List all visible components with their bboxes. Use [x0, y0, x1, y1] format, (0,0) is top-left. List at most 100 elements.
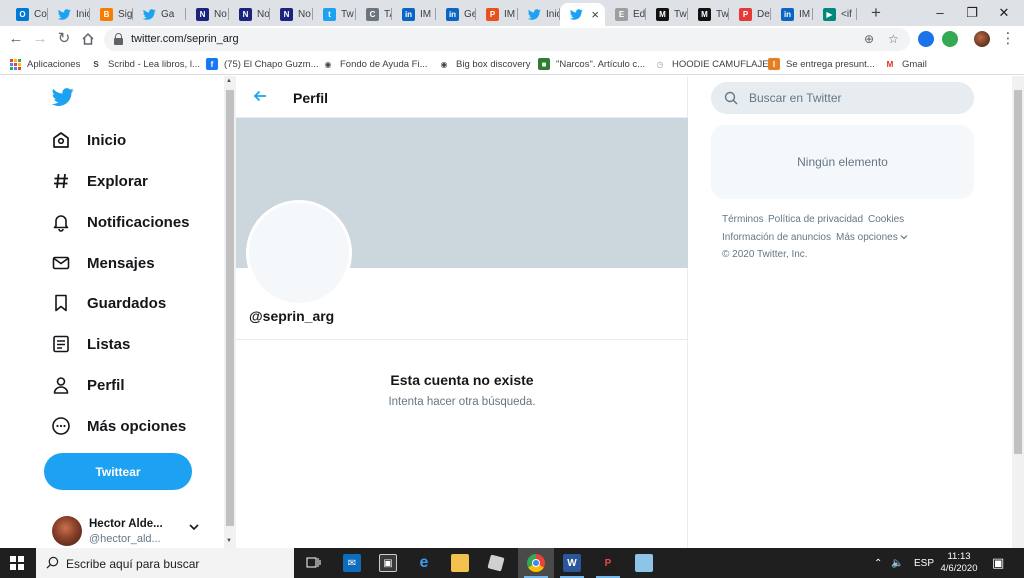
clock[interactable]: 11:13 4/6/2020 — [937, 551, 981, 575]
tweet-button[interactable]: Twittear — [44, 453, 192, 490]
language-indicator[interactable]: ESP — [914, 548, 934, 578]
nav-item-inicio[interactable]: Inicio — [50, 126, 126, 154]
search-placeholder[interactable]: Buscar en Twitter — [749, 91, 841, 105]
back-arrow-icon[interactable] — [252, 88, 268, 104]
cookies-link[interactable]: Cookies — [868, 214, 904, 225]
browser-tab[interactable]: in IM — [771, 3, 813, 25]
home-icon[interactable] — [78, 29, 98, 49]
taskbar-search-input[interactable]: Escribe aquí para buscar — [36, 548, 294, 578]
profile-avatar-icon[interactable] — [974, 31, 990, 47]
browser-tab[interactable]: N No — [229, 3, 270, 25]
notifications-icon[interactable]: ▣ — [992, 548, 1004, 578]
address-bar[interactable]: twitter.com/seprin_arg ⊕ ☆ — [104, 28, 910, 51]
nav-item-notificaciones[interactable]: Notificaciones — [50, 208, 190, 236]
chrome-app-icon[interactable] — [518, 548, 554, 578]
reload-icon[interactable]: ↻ — [54, 29, 74, 49]
new-tab-button[interactable]: + — [866, 3, 886, 23]
news-icon: N — [239, 7, 252, 21]
bookmark-label: Fondo de Ayuda Fi... — [340, 58, 428, 70]
browser-tab[interactable]: P De — [729, 3, 771, 25]
browser-tab[interactable]: M Tw — [646, 3, 688, 25]
word-app-icon[interactable]: W — [554, 548, 590, 578]
empty-state-text: Ningún elemento — [797, 155, 888, 169]
search-input[interactable]: Buscar en Twitter — [711, 82, 974, 114]
browser-tab[interactable]: in IM — [392, 3, 436, 25]
page-scrollbar[interactable] — [1012, 76, 1024, 548]
back-icon[interactable]: ← — [6, 29, 26, 49]
clock-date: 4/6/2020 — [940, 563, 978, 574]
menu-kebab-icon[interactable]: ⋮ — [998, 29, 1018, 49]
nav-item-más-opciones[interactable]: Más opciones — [50, 412, 186, 440]
mail-app-icon[interactable]: ✉ — [334, 548, 370, 578]
browser-tab[interactable]: M Tw — [688, 3, 729, 25]
bookmark-item[interactable]: ■ "Narcos". Artículo c... — [538, 56, 645, 72]
bookmark-item[interactable]: ◉ Fondo de Ayuda Fi... — [322, 56, 428, 72]
scrollbar-thumb[interactable] — [226, 90, 234, 526]
edge-browser-icon[interactable]: e — [406, 548, 442, 578]
bookmark-item[interactable]: M Gmail — [884, 56, 927, 72]
download-extension-icon[interactable] — [918, 31, 934, 47]
paint-app-icon[interactable]: P — [590, 548, 626, 578]
nav-item-listas[interactable]: Listas — [50, 330, 130, 358]
close-window-button[interactable]: ✕ — [994, 3, 1014, 23]
twitter-icon — [528, 8, 541, 21]
bookmark-item[interactable]: I Se entrega presunt... — [768, 56, 875, 72]
windows-start-icon[interactable] — [10, 556, 24, 570]
task-view-icon[interactable] — [296, 548, 332, 578]
restore-button[interactable]: ❐ — [962, 3, 982, 23]
browser-tab[interactable]: Ga — [133, 3, 186, 25]
browser-tab[interactable]: Inic — [48, 3, 90, 25]
bookmark-item[interactable]: Aplicaciones — [10, 56, 80, 72]
star-icon[interactable]: ☆ — [888, 32, 899, 46]
taskbar-search-placeholder[interactable]: Escribe aquí para buscar — [66, 557, 199, 571]
nav-item-explorar[interactable]: Explorar — [50, 167, 148, 195]
terms-link[interactable]: Términos — [722, 214, 764, 225]
file-explorer-icon[interactable] — [442, 548, 478, 578]
shield-extension-icon[interactable] — [942, 31, 958, 47]
ads-info-link[interactable]: Información de anuncios — [722, 232, 831, 243]
nav-scrollbar[interactable]: ▲ ▼ — [224, 76, 236, 548]
browser-tab[interactable]: B Sig — [90, 3, 133, 25]
roblox-app-icon[interactable] — [478, 548, 514, 578]
nav-item-perfil[interactable]: Perfil — [50, 371, 125, 399]
browser-tab[interactable]: Inic — [518, 3, 560, 25]
chevron-down-icon — [900, 233, 908, 241]
bookmark-item[interactable]: f (75) El Chapo Guzm... — [206, 56, 319, 72]
browser-tab[interactable]: t Tw — [313, 3, 356, 25]
profile-handle: @seprin_arg — [249, 308, 335, 324]
account-switcher[interactable]: Hector Alde... @hector_ald... — [50, 513, 210, 548]
chevron-down-icon[interactable] — [188, 521, 199, 531]
browser-tab[interactable]: ▶ <if — [813, 3, 857, 25]
browser-tab[interactable]: CTA — [356, 3, 392, 25]
notepad-app-icon[interactable] — [626, 548, 662, 578]
scroll-down-icon[interactable]: ▼ — [226, 538, 232, 544]
privacy-link[interactable]: Política de privacidad — [768, 214, 863, 225]
browser-tab[interactable]: N No — [186, 3, 229, 25]
browser-tab[interactable]: P IM — [476, 3, 518, 25]
browser-tab[interactable]: E Ed — [605, 3, 646, 25]
bookmark-item[interactable]: ◷ HOODIE CAMUFLAJE — [654, 56, 769, 72]
close-tab-icon[interactable]: × — [591, 7, 599, 22]
tray-chevron-up-icon[interactable]: ⌃ — [874, 548, 882, 578]
browser-tab[interactable]: O Co — [6, 3, 48, 25]
add-icon[interactable]: ⊕ — [864, 32, 874, 46]
volume-icon[interactable]: 🔈 — [891, 548, 903, 578]
url-text[interactable]: twitter.com/seprin_arg — [131, 33, 239, 45]
nav-item-mensajes[interactable]: Mensajes — [50, 249, 155, 277]
scrollbar-thumb[interactable] — [1014, 90, 1022, 454]
browser-tab[interactable]: in Ge — [436, 3, 476, 25]
bookmark-item[interactable]: ◉ Big box discovery — [438, 56, 531, 72]
nav-item-label: Más opciones — [87, 417, 187, 435]
tab-title: Tw — [341, 8, 354, 20]
browser-tab[interactable]: N No — [270, 3, 313, 25]
more-options-link[interactable]: Más opciones — [836, 232, 908, 243]
nav-item-guardados[interactable]: Guardados — [50, 289, 166, 317]
scroll-up-icon[interactable]: ▲ — [226, 78, 232, 84]
minimize-button[interactable]: – — [930, 3, 950, 23]
store-app-icon[interactable]: ▣ — [370, 548, 406, 578]
twitter-logo-icon[interactable] — [51, 86, 74, 108]
browser-tab[interactable]: × — [560, 3, 605, 26]
bookmark-item[interactable]: S Scribd - Lea libros, l... — [90, 56, 200, 72]
forward-icon[interactable]: → — [30, 29, 50, 49]
article-icon: ■ — [538, 58, 550, 70]
